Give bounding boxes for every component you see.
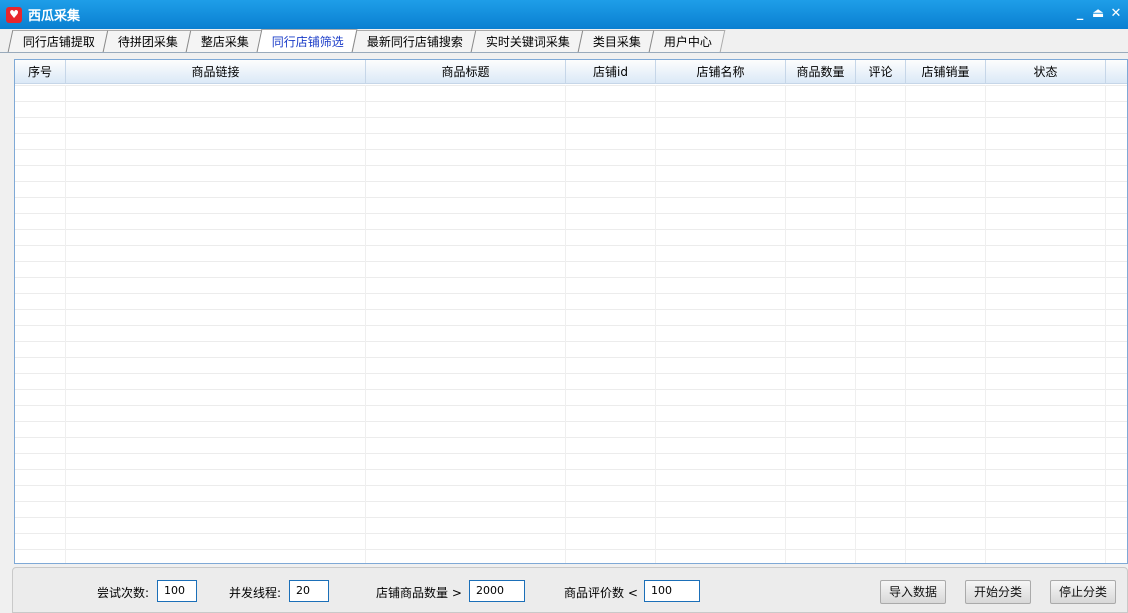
tab-4[interactable]: 最新同行店铺搜索 — [351, 30, 477, 52]
tab-label: 整店采集 — [200, 35, 249, 49]
tab-7[interactable]: 用户中心 — [648, 30, 726, 52]
control-panel: 尝试次数: 100 并发线程: 20 店铺商品数量 > 2000 商品评价数 <… — [12, 567, 1128, 613]
retry-count-label: 尝试次数: — [97, 586, 150, 600]
stop-classify-button[interactable]: 停止分类 — [1050, 580, 1117, 604]
table-header: 序号 商品链接 商品标题 店铺id 店铺名称 商品数量 评论 店铺销量 状态 — [15, 60, 1127, 84]
column-header[interactable]: 商品链接 — [66, 60, 366, 84]
tab-1[interactable]: 待拼团采集 — [102, 30, 192, 52]
column-divider — [565, 85, 566, 563]
tab-3[interactable]: 同行店铺筛选 — [256, 29, 358, 52]
tab-label: 实时关键词采集 — [485, 35, 570, 49]
column-header[interactable]: 评论 — [856, 60, 906, 84]
threads-input[interactable]: 20 — [289, 580, 329, 602]
start-classify-button[interactable]: 开始分类 — [965, 580, 1032, 604]
reviews-count-input[interactable]: 100 — [644, 580, 700, 602]
tab-5[interactable]: 实时关键词采集 — [470, 30, 584, 52]
column-divider — [65, 85, 66, 563]
results-table[interactable]: 序号 商品链接 商品标题 店铺id 店铺名称 商品数量 评论 店铺销量 状态 — [14, 59, 1128, 564]
tab-label: 待拼团采集 — [117, 35, 178, 49]
column-header[interactable]: 店铺名称 — [656, 60, 786, 84]
reviews-count-label: 商品评价数 < — [564, 586, 638, 600]
column-divider — [855, 85, 856, 563]
column-header[interactable]: 店铺id — [566, 60, 656, 84]
tab-label: 用户中心 — [664, 35, 713, 49]
tab-0[interactable]: 同行店铺提取 — [7, 30, 109, 52]
column-divider — [985, 85, 986, 563]
threads-label: 并发线程: — [229, 586, 282, 600]
import-data-button[interactable]: 导入数据 — [880, 580, 947, 604]
window-titlebar: ♥ 西瓜采集 _ ⏏ ✕ — [0, 0, 1128, 29]
column-header[interactable]: 店铺销量 — [906, 60, 986, 84]
window-controls: _ ⏏ ✕ — [1074, 6, 1122, 22]
column-header[interactable]: 商品数量 — [786, 60, 856, 84]
column-header[interactable]: 序号 — [15, 60, 66, 84]
column-divider — [365, 85, 366, 563]
column-header[interactable]: 状态 — [986, 60, 1106, 84]
tab-label: 同行店铺提取 — [22, 35, 95, 49]
column-divider — [785, 85, 786, 563]
restore-icon[interactable]: ⏏ — [1092, 6, 1104, 22]
column-divider — [1105, 85, 1106, 563]
shop-goods-count-input[interactable]: 2000 — [469, 580, 525, 602]
shop-goods-count-label: 店铺商品数量 > — [376, 586, 462, 600]
tab-2[interactable]: 整店采集 — [185, 30, 263, 52]
app-logo-icon: ♥ — [6, 6, 22, 23]
retry-count-input[interactable]: 100 — [157, 580, 197, 602]
tab-6[interactable]: 类目采集 — [577, 30, 655, 52]
column-divider — [905, 85, 906, 563]
table-body[interactable] — [15, 85, 1127, 563]
tab-bar: 同行店铺提取 待拼团采集 整店采集 同行店铺筛选 最新同行店铺搜索 实时关键词采集 类目采集… — [0, 29, 1128, 53]
tab-label: 最新同行店铺搜索 — [366, 35, 463, 49]
tab-label: 同行店铺筛选 — [271, 34, 344, 49]
tab-label: 类目采集 — [592, 35, 642, 49]
close-icon[interactable]: ✕ — [1110, 6, 1122, 22]
minimize-icon[interactable]: _ — [1074, 6, 1086, 22]
column-divider — [655, 85, 656, 563]
column-header[interactable]: 商品标题 — [366, 60, 566, 84]
window-title: 西瓜采集 — [28, 9, 81, 24]
